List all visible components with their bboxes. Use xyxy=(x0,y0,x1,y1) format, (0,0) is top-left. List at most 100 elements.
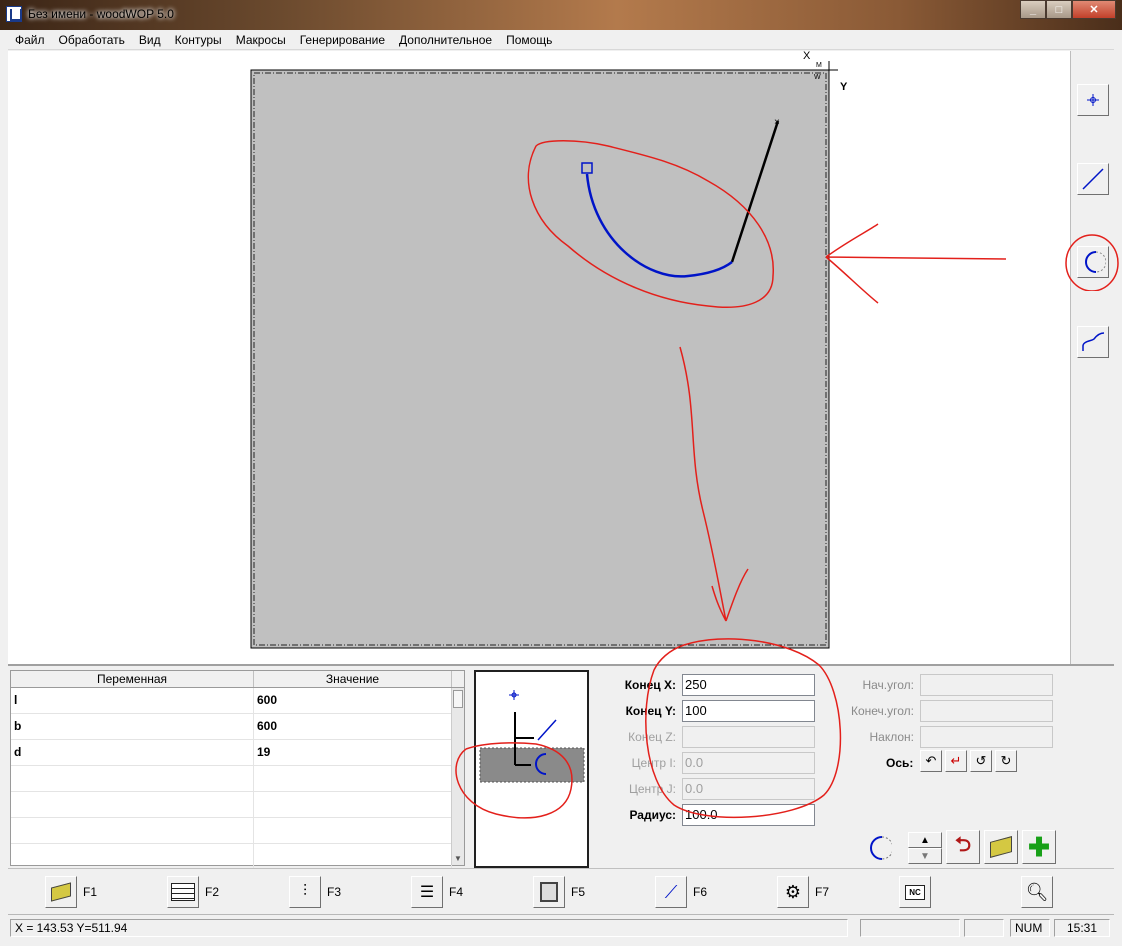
menu-extra[interactable]: Дополнительное xyxy=(392,33,499,47)
axis-cw-button[interactable]: ↻ xyxy=(995,750,1017,772)
list-icon: ☰ xyxy=(419,884,435,901)
axis-y-label: Y xyxy=(840,81,848,93)
nc-file-icon: NC xyxy=(905,884,925,900)
help-book-button[interactable] xyxy=(984,830,1018,864)
spline-button[interactable] xyxy=(1077,326,1109,358)
status-bar: X = 143.53 Y=511.94 NUM 15:31 xyxy=(8,914,1114,940)
menu-macros[interactable]: Макросы xyxy=(229,33,293,47)
menu-process[interactable]: Обработать xyxy=(52,33,132,47)
plus-icon: ✚ xyxy=(1028,832,1050,862)
table-row[interactable] xyxy=(11,792,464,818)
title-bar: Без имени - woodWOP 5.0 _ □ ✕ xyxy=(0,0,1122,30)
contour-toolbar xyxy=(1065,51,1119,664)
minimize-button[interactable]: _ xyxy=(1020,0,1046,19)
endpoint-mark: × xyxy=(774,117,780,128)
table-header: Переменная Значение xyxy=(11,671,464,688)
menu-view[interactable]: Вид xyxy=(132,33,168,47)
arc-preview-icon xyxy=(870,836,892,860)
nc-key[interactable]: NC xyxy=(899,876,931,908)
start-angle-label: Нач.угол: xyxy=(862,678,914,692)
book-icon xyxy=(51,882,71,902)
editor-panel: Переменная Значение l 600 b 600 d 19 ▼ К… xyxy=(8,638,1114,870)
num-lock-indicator: NUM xyxy=(1010,919,1050,937)
window-controls: _ □ ✕ xyxy=(1020,0,1116,20)
table-row[interactable] xyxy=(11,766,464,792)
f5-key[interactable]: F5 xyxy=(533,876,585,908)
clock: 15:31 xyxy=(1054,919,1110,937)
magnifier-icon: 🔍︎ xyxy=(1025,881,1049,902)
machine-icon xyxy=(540,882,558,902)
end-angle-input xyxy=(920,700,1053,722)
menu-bar: Файл Обработать Вид Контуры Макросы Гене… xyxy=(8,30,1114,50)
annotation-circle xyxy=(1065,234,1119,291)
up-down-buttons: ▲ ▼ xyxy=(908,832,942,864)
undo-icon: ↶ xyxy=(925,753,937,768)
f4-key[interactable]: ☰ F4 xyxy=(411,876,463,908)
contour-icon: ⟋ xyxy=(664,881,678,902)
tree-icon: ⫶ xyxy=(302,883,307,900)
table-row[interactable] xyxy=(11,818,464,844)
book-icon xyxy=(990,836,1012,858)
workpiece xyxy=(250,69,830,649)
axis-label: Ось: xyxy=(886,756,914,770)
saw-icon: ⚙ xyxy=(784,881,802,902)
move-down-button[interactable]: ▼ xyxy=(908,848,942,864)
scroll-thumb[interactable] xyxy=(453,690,463,708)
header-variable[interactable]: Переменная xyxy=(11,671,254,687)
f7-key[interactable]: ⚙ F7 xyxy=(777,876,829,908)
close-button[interactable]: ✕ xyxy=(1072,0,1116,19)
axis-return-button[interactable]: ↵ xyxy=(945,750,967,772)
window-title: Без имени - woodWOP 5.0 xyxy=(28,7,174,21)
menu-help[interactable]: Помощь xyxy=(499,33,559,47)
table-row[interactable]: b 600 xyxy=(11,714,464,740)
table-row[interactable] xyxy=(11,844,464,870)
f1-key[interactable]: F1 xyxy=(45,876,97,908)
start-point-button[interactable] xyxy=(1077,84,1109,116)
annotation-arrow-right xyxy=(825,223,1007,304)
line-icon xyxy=(1082,168,1104,190)
variables-table: Переменная Значение l 600 b 600 d 19 ▼ xyxy=(10,670,465,870)
f3-key[interactable]: ⫶ F3 xyxy=(289,876,341,908)
table-row[interactable]: l 600 xyxy=(11,688,464,714)
line-button[interactable] xyxy=(1077,163,1109,195)
end-angle-label: Конеч.угол: xyxy=(850,704,914,718)
menu-contours[interactable]: Контуры xyxy=(168,33,229,47)
annotation-oval-form xyxy=(645,638,842,819)
status-panel-empty-1 xyxy=(860,919,960,937)
table-row[interactable]: d 19 xyxy=(11,740,464,766)
move-up-button[interactable]: ▲ xyxy=(908,832,942,848)
f6-key[interactable]: ⟋ F6 xyxy=(655,876,707,908)
header-value[interactable]: Значение xyxy=(254,671,452,687)
tilt-input xyxy=(920,726,1053,748)
curve-icon xyxy=(1082,332,1105,351)
axis-x-label: X xyxy=(803,50,811,62)
drawing-area[interactable]: M W × X Y xyxy=(8,50,1070,664)
rotate-ccw-icon: ↺ xyxy=(975,753,987,768)
menu-file[interactable]: Файл xyxy=(8,33,52,47)
spreadsheet-icon xyxy=(171,883,195,901)
undo-arrow-icon: ⮌ xyxy=(954,834,972,856)
return-icon: ↵ xyxy=(950,753,962,768)
axis-left-button[interactable]: ↶ xyxy=(920,750,942,772)
rotate-cw-icon: ↻ xyxy=(1000,753,1012,768)
contour-tree[interactable] xyxy=(455,670,589,868)
app-icon xyxy=(6,6,22,22)
add-button[interactable]: ✚ xyxy=(1022,830,1056,864)
status-panel-empty-2 xyxy=(964,919,1004,937)
function-key-bar: F1 F2 ⫶ F3 ☰ F4 F5 ⟋ F6 ⚙ F7 NC 🔍︎ xyxy=(8,868,1114,914)
scroll-down-icon[interactable]: ▼ xyxy=(454,854,462,863)
maximize-button[interactable]: □ xyxy=(1046,0,1072,19)
arc-parameters-form: Конец X: 250 Конец Y: 100 Конец Z: Центр… xyxy=(598,638,1078,866)
annotation-oval-tree xyxy=(455,742,573,819)
zoom-key[interactable]: 🔍︎ xyxy=(1021,876,1053,908)
drawing-canvas[interactable]: M W × xyxy=(8,51,1070,664)
crosshair-icon xyxy=(1087,94,1099,106)
undo-button[interactable]: ⮌ xyxy=(946,830,980,864)
menu-generate[interactable]: Генерирование xyxy=(293,33,392,47)
start-angle-input xyxy=(920,674,1053,696)
f2-key[interactable]: F2 xyxy=(167,876,219,908)
axis-ccw-button[interactable]: ↺ xyxy=(970,750,992,772)
svg-text:M: M xyxy=(816,62,822,69)
svg-text:W: W xyxy=(814,74,821,81)
tilt-label: Наклон: xyxy=(869,730,915,744)
